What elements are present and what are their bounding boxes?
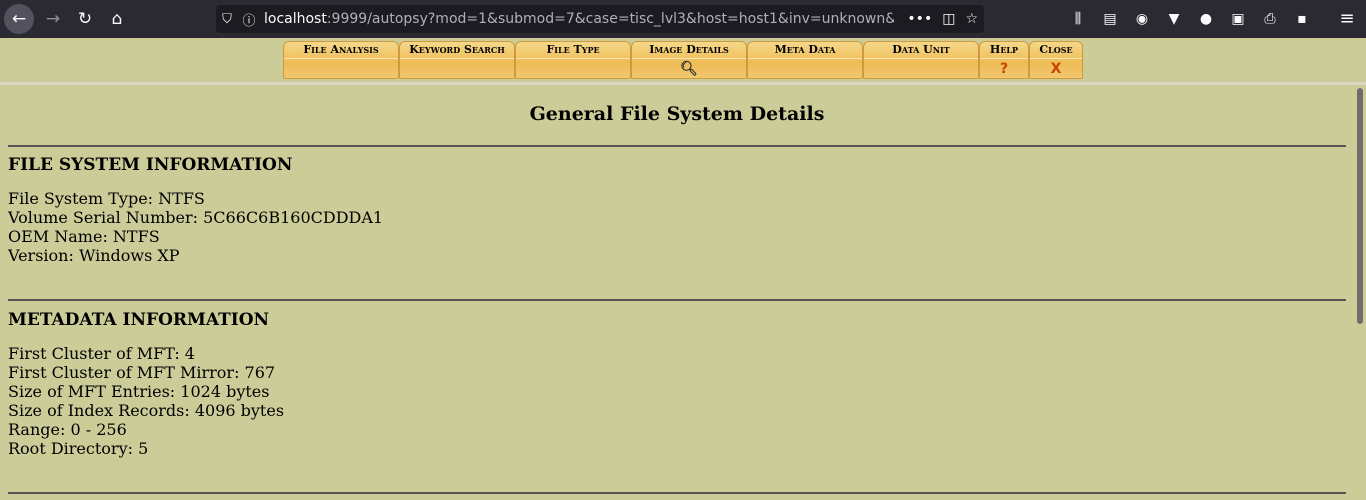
browser-toolbar: ← → ↻ ⌂ ⛉ ⓘ localhost:9999/autopsy?mod=1… (0, 0, 1366, 38)
tab-label: Close (1030, 42, 1082, 59)
tab-help[interactable]: Help ? (979, 41, 1029, 79)
autopsy-tab-frame: File Analysis Keyword Search File Type I… (0, 38, 1366, 85)
root-directory-field: Root Directory: 5 (8, 439, 149, 458)
page-actions-icon[interactable]: ••• (907, 11, 932, 27)
extension-fox-icon[interactable]: ● (1196, 9, 1216, 29)
tab-label: Keyword Search (400, 42, 514, 59)
mft-entry-size-field: Size of MFT Entries: 1024 bytes (8, 382, 270, 401)
volume-serial-field: Volume Serial Number: 5C66C6B160CDDDA1 (8, 208, 384, 227)
tab-file-type[interactable]: File Type (515, 41, 631, 79)
extension-save-icon[interactable]: ▪ (1292, 9, 1312, 29)
tab-keyword-search[interactable]: Keyword Search (399, 41, 515, 79)
meta-section-title: METADATA INFORMATION (8, 310, 270, 330)
oem-name-field: OEM Name: NTFS (8, 227, 160, 246)
help-question-icon: ? (999, 61, 1009, 77)
site-info-icon[interactable]: ⓘ (238, 10, 260, 29)
tracking-shield-icon[interactable]: ⛉ (216, 12, 238, 27)
extension-v-icon[interactable]: ▼ (1164, 9, 1184, 29)
tab-file-analysis[interactable]: File Analysis (283, 41, 399, 79)
fs-field-list: File System Type: NTFS Volume Serial Num… (8, 189, 1346, 265)
tab-label: Image Details (632, 42, 746, 59)
fs-details-content: General File System Details FILE SYSTEM … (8, 88, 1346, 494)
scrollbar-thumb[interactable] (1357, 88, 1363, 324)
back-arrow-icon[interactable]: ← (4, 4, 34, 34)
tab-label: Meta Data (748, 42, 862, 59)
close-x-icon: X (1050, 61, 1062, 77)
address-bar[interactable]: ⛉ ⓘ localhost:9999/autopsy?mod=1&submod=… (216, 5, 984, 33)
tab-sub (864, 59, 978, 78)
extension-print-icon[interactable]: ⎙ (1260, 9, 1280, 29)
page-title: General File System Details (529, 103, 825, 125)
vertical-scrollbar[interactable] (1354, 88, 1366, 500)
divider (8, 492, 1346, 494)
fs-section-title: FILE SYSTEM INFORMATION (8, 155, 293, 175)
tab-sub (748, 59, 862, 78)
tab-label: File Analysis (284, 42, 398, 59)
bookmark-star-icon[interactable]: ☆ (965, 11, 978, 27)
tab-sub (284, 59, 398, 78)
mft-mirror-field: First Cluster of MFT Mirror: 767 (8, 363, 276, 382)
tab-sub (516, 59, 630, 78)
tab-image-details[interactable]: Image Details 🔍︎ (631, 41, 747, 79)
sidebar-icon[interactable]: ▤ (1100, 9, 1120, 29)
fs-type-field: File System Type: NTFS (8, 189, 205, 208)
meta-field-list: First Cluster of MFT: 4 First Cluster of… (8, 344, 1346, 458)
pocket-icon[interactable]: ◫ (942, 11, 955, 27)
url-path: :9999/autopsy?mod=1&submod=7&case=tisc_l… (326, 11, 894, 27)
tab-sub: 🔍︎ (632, 59, 746, 79)
tab-label: Help (980, 42, 1028, 59)
url-text[interactable]: localhost:9999/autopsy?mod=1&submod=7&ca… (264, 11, 894, 27)
extension-screenshot-icon[interactable]: ▣ (1228, 9, 1248, 29)
hamburger-menu-icon[interactable]: ≡ (1336, 9, 1358, 29)
account-icon[interactable]: ◉ (1132, 9, 1152, 29)
tab-meta-data[interactable]: Meta Data (747, 41, 863, 79)
forward-arrow-icon[interactable]: → (38, 4, 68, 34)
tab-bar: File Analysis Keyword Search File Type I… (283, 41, 1083, 79)
version-field: Version: Windows XP (8, 246, 180, 265)
divider (8, 145, 1346, 147)
tab-sub (400, 59, 514, 78)
tab-data-unit[interactable]: Data Unit (863, 41, 979, 79)
divider (8, 299, 1346, 301)
index-record-size-field: Size of Index Records: 4096 bytes (8, 401, 285, 420)
library-icon[interactable]: ⫼ (1068, 9, 1088, 29)
tab-close[interactable]: Close X (1029, 41, 1083, 79)
magnifier-icon: 🔍︎ (680, 61, 698, 77)
reload-icon[interactable]: ↻ (70, 4, 100, 34)
home-icon[interactable]: ⌂ (102, 4, 132, 34)
url-host: localhost (264, 11, 327, 27)
tab-label: File Type (516, 42, 630, 59)
mft-cluster-field: First Cluster of MFT: 4 (8, 344, 195, 363)
range-field: Range: 0 - 256 (8, 420, 127, 439)
tab-label: Data Unit (864, 42, 978, 59)
